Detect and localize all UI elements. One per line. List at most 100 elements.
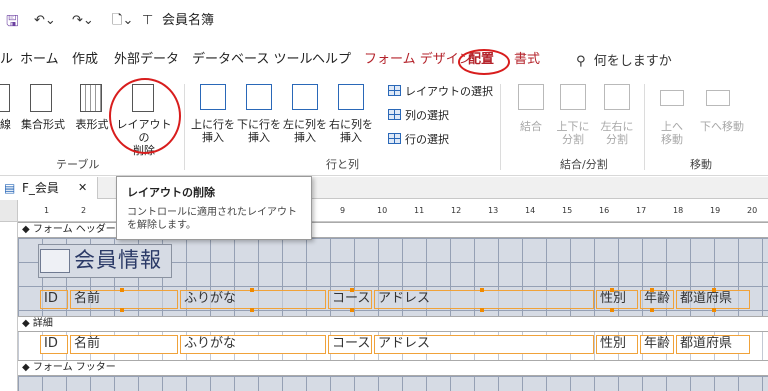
insert-below-button[interactable]: 下に行を 挿入 — [236, 118, 282, 144]
ruler-number: 12 — [451, 206, 462, 215]
select-layout-label: レイアウトの選択 — [405, 85, 493, 98]
tooltip: レイアウトの削除 コントロールに適用されたレイアウトを解除します。 — [116, 176, 312, 240]
detail-field-3[interactable]: コース — [328, 335, 372, 354]
split-vertical-icon — [560, 84, 586, 110]
header-label-6[interactable]: 年齢 — [640, 290, 674, 309]
tabular-icon — [80, 84, 102, 112]
undo-icon[interactable]: ↶⌄ — [34, 12, 56, 30]
select-row-icon — [388, 133, 401, 144]
selection-handle[interactable] — [120, 308, 124, 312]
ruler-number: 14 — [525, 206, 536, 215]
detail-field-4[interactable]: アドレス — [374, 335, 594, 354]
detail-label: 詳細 — [32, 318, 53, 329]
detail-section-bar[interactable]: ◆ 詳細 — [18, 316, 768, 332]
detail-field-6[interactable]: 年齢 — [640, 335, 674, 354]
move-down-button[interactable]: 下へ移動 — [694, 120, 750, 133]
move-up-button[interactable]: 上へ 移動 — [652, 120, 692, 146]
form-footer-label: フォーム フッター — [32, 362, 116, 373]
tab-form-design[interactable]: フォーム デザイン — [364, 50, 472, 70]
selection-handle[interactable] — [480, 288, 484, 292]
quick-access-toolbar: 🖫 ↶⌄ ↷⌄ 🗋⌄ ⊤ 会員名簿 — [0, 0, 768, 44]
redo-icon[interactable]: ↷⌄ — [72, 12, 94, 30]
tab-external-data[interactable]: 外部データ — [114, 50, 179, 70]
selection-handle[interactable] — [610, 308, 614, 312]
detail-field-1[interactable]: 名前 — [70, 335, 178, 354]
header-label-0[interactable]: ID — [40, 290, 68, 309]
gridlines-button[interactable]: 線 — [0, 118, 14, 131]
tab-home[interactable]: ホーム — [20, 50, 59, 70]
ruler-number: 20 — [747, 206, 758, 215]
close-icon[interactable]: ✕ — [78, 177, 87, 199]
selection-handle[interactable] — [250, 288, 254, 292]
selection-handle[interactable] — [350, 288, 354, 292]
header-label-7[interactable]: 都道府県 — [676, 290, 750, 309]
tab-format[interactable]: 書式 — [514, 50, 540, 70]
form-header-label: フォーム ヘッダー — [32, 224, 116, 235]
stacked-button[interactable]: 集合形式 — [18, 118, 68, 131]
merge-icon — [518, 84, 544, 110]
insert-right-icon — [338, 84, 364, 110]
section-arrow-icon: ◆ — [22, 318, 30, 329]
detail-field-0[interactable]: ID — [40, 335, 68, 354]
selection-handle[interactable] — [712, 308, 716, 312]
selection-handle[interactable] — [480, 308, 484, 312]
vertical-ruler — [0, 222, 18, 391]
save-icon[interactable]: 🖫 — [6, 12, 19, 30]
tell-me-label: 何をしますか — [593, 54, 672, 69]
select-layout-icon — [388, 85, 401, 96]
new-icon[interactable]: 🗋⌄ — [112, 12, 133, 30]
selection-handle[interactable] — [350, 308, 354, 312]
split-horizontal-icon — [604, 84, 630, 110]
split-horizontal-button[interactable]: 左右に 分割 — [596, 120, 638, 146]
ruler-number: 15 — [562, 206, 573, 215]
header-label-2[interactable]: ふりがな — [180, 290, 326, 309]
split-vertical-button[interactable]: 上下に 分割 — [552, 120, 594, 146]
detail-field-2[interactable]: ふりがな — [180, 335, 326, 354]
select-layout-button[interactable]: レイアウトの選択 — [388, 84, 493, 100]
header-label-5[interactable]: 性別 — [596, 290, 638, 309]
form-footer-section-bar[interactable]: ◆ フォーム フッター — [18, 360, 768, 376]
merge-button[interactable]: 結合 — [512, 120, 550, 133]
ruler-number: 2 — [81, 206, 87, 215]
insert-left-icon — [292, 84, 318, 110]
tab-help[interactable]: ヘルプ — [312, 50, 351, 70]
selection-handle[interactable] — [650, 308, 654, 312]
form-title-icon — [40, 249, 70, 273]
tell-me-box[interactable]: ⚲ 何をしますか — [576, 50, 672, 69]
selection-handle[interactable] — [610, 288, 614, 292]
tabular-button[interactable]: 表形式 — [72, 118, 112, 131]
ruler-corner[interactable] — [0, 200, 18, 222]
highlight-circle-tab — [458, 49, 510, 75]
ruler-number: 13 — [488, 206, 499, 215]
tab-database-tools[interactable]: データベース ツール — [192, 50, 312, 70]
selection-handle[interactable] — [120, 288, 124, 292]
selection-handle[interactable] — [712, 288, 716, 292]
header-label-4[interactable]: アドレス — [374, 290, 594, 309]
detail-field-7[interactable]: 都道府県 — [676, 335, 750, 354]
header-label-1[interactable]: 名前 — [70, 290, 178, 309]
selection-handle[interactable] — [250, 308, 254, 312]
tab-create[interactable]: 作成 — [72, 50, 98, 70]
ruler-number: 19 — [710, 206, 721, 215]
customize-icon[interactable]: ⊤ — [142, 12, 153, 30]
ruler-number: 10 — [377, 206, 388, 215]
select-column-button[interactable]: 列の選択 — [388, 108, 449, 124]
section-arrow-icon: ◆ — [22, 362, 30, 373]
group-label-merge-split: 結合/分割 — [560, 158, 608, 171]
group-label-table: テーブル — [56, 158, 100, 171]
selection-handle[interactable] — [650, 288, 654, 292]
ruler-number: 18 — [673, 206, 684, 215]
detail-field-5[interactable]: 性別 — [596, 335, 638, 354]
tab-file[interactable]: ル — [0, 50, 13, 70]
move-up-icon — [660, 90, 684, 106]
select-row-button[interactable]: 行の選択 — [388, 132, 449, 148]
header-label-3[interactable]: コース — [328, 290, 372, 309]
insert-above-button[interactable]: 上に行を 挿入 — [190, 118, 236, 144]
insert-above-icon — [200, 84, 226, 110]
insert-left-button[interactable]: 左に列を 挿入 — [282, 118, 328, 144]
tooltip-title: レイアウトの削除 — [127, 186, 215, 199]
insert-right-button[interactable]: 右に列を 挿入 — [328, 118, 374, 144]
form-title: 会員情報 — [74, 248, 162, 272]
form-icon: ▤ — [4, 181, 16, 195]
document-tab[interactable]: ▤ F_会員 ✕ — [0, 177, 98, 199]
